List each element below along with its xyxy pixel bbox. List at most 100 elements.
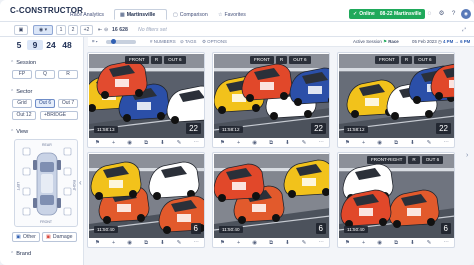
flag-icon[interactable]: ⚑ xyxy=(345,140,350,146)
plus-icon[interactable]: + xyxy=(362,140,365,146)
page-button-1[interactable]: 1 xyxy=(56,25,66,35)
race-photo[interactable]: FRONT R OUT 6 11:58:12 22 xyxy=(214,54,329,138)
grid-size-48[interactable]: 48 xyxy=(59,40,75,50)
flag-icon[interactable]: ⚑ xyxy=(220,240,225,246)
copy-icon[interactable]: ⧉ xyxy=(394,140,398,147)
edit-icon[interactable]: ✎ xyxy=(427,240,432,246)
sector-chip-out-12[interactable]: Out 12 xyxy=(12,111,36,120)
copy-icon[interactable]: ⧉ xyxy=(144,140,148,147)
sector-section-header[interactable]: ⌃ Sector xyxy=(10,89,32,95)
eye-icon[interactable]: ◉ xyxy=(377,140,382,146)
image-tile[interactable]: FRONT R OUT 6 11:58:12 22 ⚑ + ◉ ⧉ ⬇ ✎ ⋯ xyxy=(212,52,330,148)
slider-track-icon[interactable]: ⇤ xyxy=(98,25,102,35)
session-chip-fp[interactable]: FP xyxy=(12,70,32,79)
image-tile[interactable]: FRONT R OUT 6 11:58:13 22 ⚑ + ◉ ⧉ ⬇ ✎ ⋯ xyxy=(87,52,205,148)
more-icon[interactable]: ⋯ xyxy=(318,240,324,246)
edit-icon[interactable]: ✎ xyxy=(177,140,182,146)
page-button-2[interactable]: 2 xyxy=(68,25,78,35)
image-tile[interactable]: 11:50:40 6 ⚑ + ◉ ⧉ ⬇ ✎ ⋯ xyxy=(212,152,330,248)
slider-handle[interactable] xyxy=(111,39,116,44)
plus-icon[interactable]: + xyxy=(237,140,240,146)
view-section-header[interactable]: ⌃ View xyxy=(10,129,28,135)
plus-icon[interactable]: + xyxy=(112,140,115,146)
grid-size-24[interactable]: 24 xyxy=(43,40,59,50)
notifications-icon[interactable]: ◌ xyxy=(425,9,434,18)
copy-icon[interactable]: ⧉ xyxy=(394,240,398,247)
edit-icon[interactable]: ✎ xyxy=(177,240,182,246)
download-icon[interactable]: ⬇ xyxy=(160,240,165,246)
help-icon[interactable]: ? xyxy=(449,9,458,18)
sector-chip-out-6[interactable]: Out 6 xyxy=(35,99,55,108)
damage-button[interactable]: ▣ Damage xyxy=(42,232,77,242)
filter-options[interactable]: ⚙ OPTIONS xyxy=(202,38,227,46)
sidebar-collapse-icon[interactable]: ‹ xyxy=(79,178,82,187)
more-icon[interactable]: ⋯ xyxy=(443,240,449,246)
page-button-more[interactable]: +2 xyxy=(80,25,93,35)
avatar[interactable]: ◉ xyxy=(461,9,471,19)
flag-icon[interactable]: ⚑ xyxy=(220,140,225,146)
other-button[interactable]: ▣ Other xyxy=(12,232,40,242)
session-chip-q[interactable]: Q xyxy=(35,70,55,79)
sector-chip-out-7[interactable]: Out 7 xyxy=(58,99,78,108)
eye-icon[interactable]: ◉ xyxy=(252,240,257,246)
download-icon[interactable]: ⬇ xyxy=(285,140,290,146)
image-tile[interactable]: 11:50:40 6 ⚑ + ◉ ⧉ ⬇ ✎ ⋯ xyxy=(87,152,205,248)
race-photo[interactable]: 11:50:40 6 xyxy=(214,154,329,238)
video-view-button[interactable]: ◉ ▾ xyxy=(33,25,53,35)
race-photo[interactable]: 11:50:40 6 xyxy=(89,154,204,238)
tab-comparison[interactable]: ▢ Comparison xyxy=(167,9,214,20)
settings-icon[interactable]: ⚙ xyxy=(437,9,446,18)
expand-icon[interactable]: ⤢ xyxy=(462,25,466,35)
eye-icon[interactable]: ◉ xyxy=(127,140,132,146)
filter-input[interactable]: No filters set xyxy=(138,25,167,35)
eye-icon[interactable]: ◉ xyxy=(377,240,382,246)
filter-tags[interactable]: ⊘ TAGS xyxy=(180,38,196,46)
edit-icon[interactable]: ✎ xyxy=(302,140,307,146)
race-photo[interactable]: FRONT R OUT 6 11:58:13 22 xyxy=(89,54,204,138)
plus-icon[interactable]: + xyxy=(112,240,115,246)
more-icon[interactable]: ⋯ xyxy=(193,240,199,246)
flag-icon[interactable]: ⚑ xyxy=(95,140,100,146)
download-icon[interactable]: ⬇ xyxy=(285,240,290,246)
camera-icon[interactable]: ⌗ ▾ xyxy=(92,38,98,46)
download-icon[interactable]: ⬇ xyxy=(160,140,165,146)
race-photo[interactable]: FRONT-RIGHT R OUT 6 11:50:40 6 xyxy=(339,154,454,238)
next-page-icon[interactable]: › xyxy=(466,152,474,170)
tab-race-analytics[interactable]: Race Analytics xyxy=(64,9,110,20)
plus-icon[interactable]: + xyxy=(237,240,240,246)
sector-chip-grid[interactable]: Grid xyxy=(12,99,32,108)
plus-icon[interactable]: + xyxy=(362,240,365,246)
filter-numbers[interactable]: # NUMBERS xyxy=(150,38,176,46)
car-diagram-icon[interactable] xyxy=(15,140,79,228)
grid-size-5[interactable]: 5 xyxy=(11,40,27,50)
car-view-selector[interactable]: REAR FRONT LEFT RIGHT xyxy=(14,139,78,227)
image-view-button[interactable]: ▣ xyxy=(14,25,28,35)
session-chip-r[interactable]: R xyxy=(58,70,78,79)
more-icon[interactable]: ⋯ xyxy=(193,140,199,146)
tab-favorites[interactable]: ☆ Favorites xyxy=(212,9,252,20)
eye-icon[interactable]: ◉ xyxy=(252,140,257,146)
copy-icon[interactable]: ⧉ xyxy=(269,240,273,247)
session-section-header[interactable]: ⌃ Session xyxy=(10,60,36,66)
race-photo[interactable]: FRONT R OUT 6 11:58:12 22 xyxy=(339,54,454,138)
eye-icon[interactable]: ◉ xyxy=(127,240,132,246)
copy-icon[interactable]: ⧉ xyxy=(269,140,273,147)
image-tile[interactable]: FRONT-RIGHT R OUT 6 11:50:40 6 ⚑ + ◉ ⧉ ⬇ ✎ ⋯ xyxy=(337,152,455,248)
active-session[interactable]: Active Session ⚑ Race xyxy=(353,38,399,46)
download-icon[interactable]: ⬇ xyxy=(410,240,415,246)
edit-icon[interactable]: ✎ xyxy=(427,140,432,146)
copy-icon[interactable]: ⧉ xyxy=(144,240,148,247)
online-status-badge[interactable]: ✓ Online 08-22 Martinsville xyxy=(349,9,426,19)
grid-size-9[interactable]: 9 xyxy=(27,40,43,50)
more-icon[interactable]: ⋯ xyxy=(318,140,324,146)
flag-icon[interactable]: ⚑ xyxy=(95,240,100,246)
sector-chip-bridge[interactable]: +BRIDGE xyxy=(40,111,78,120)
edit-icon[interactable]: ✎ xyxy=(302,240,307,246)
download-icon[interactable]: ⬇ xyxy=(410,140,415,146)
image-tile[interactable]: FRONT R OUT 6 11:58:12 22 ⚑ + ◉ ⧉ ⬇ ✎ ⋯ xyxy=(337,52,455,148)
more-icon[interactable]: ⋯ xyxy=(443,140,449,146)
date-range[interactable]: 05 Feb 2023 ◷ 4 PM → 6 PM xyxy=(412,38,470,46)
brand-section-header[interactable]: ⌃ Brand xyxy=(10,251,31,257)
flag-icon[interactable]: ⚑ xyxy=(345,240,350,246)
tab-martinsville[interactable]: ▦ Martinsville xyxy=(114,9,167,20)
